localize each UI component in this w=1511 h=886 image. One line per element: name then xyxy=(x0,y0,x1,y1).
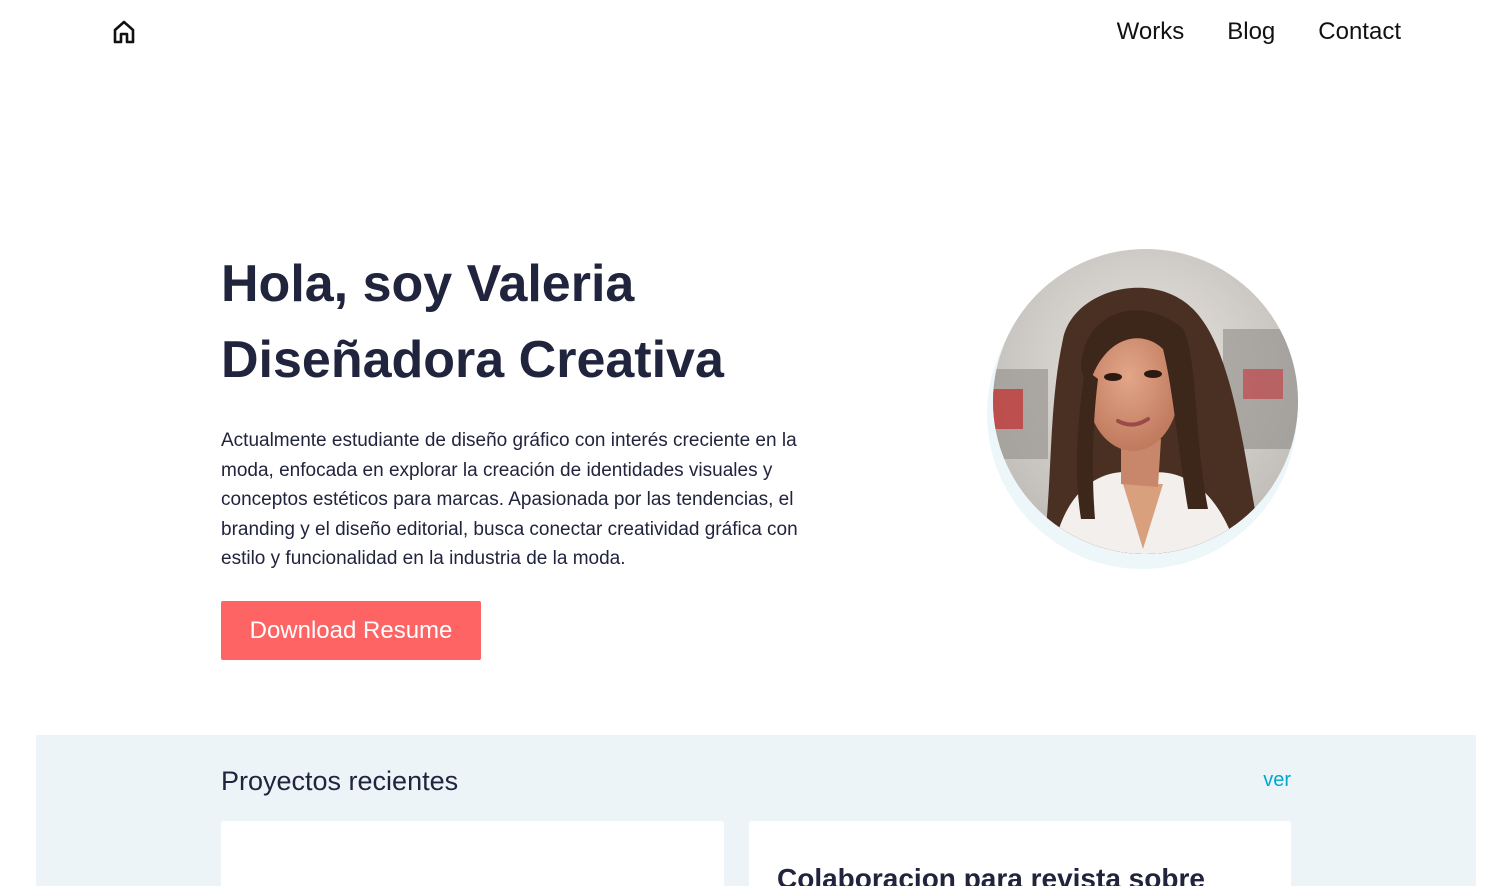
avatar-photo xyxy=(993,249,1298,554)
hero-title-line-2: Diseñadora Creativa xyxy=(221,331,724,389)
nav-blog[interactable]: Blog xyxy=(1227,16,1275,48)
hero-description: Actualmente estudiante de diseño gráfico… xyxy=(221,430,798,569)
recent-projects-section: Proyectos recientes ver Colaboracion par… xyxy=(36,735,1476,886)
hero-title: Hola, soy Valeria Diseñadora Creativa xyxy=(221,246,724,398)
portfolio-page: Works Blog Contact Hola, soy Valeria Dis… xyxy=(0,0,1511,886)
nav-contact[interactable]: Contact xyxy=(1318,16,1401,48)
download-resume-button[interactable]: Download Resume xyxy=(221,601,481,660)
home-icon[interactable] xyxy=(110,18,138,46)
project-card[interactable] xyxy=(221,821,724,886)
hero-title-line-1: Hola, soy Valeria xyxy=(221,255,635,313)
project-card[interactable]: Colaboracion para revista sobre xyxy=(749,821,1291,886)
view-all-link[interactable]: ver xyxy=(1263,769,1291,792)
main-nav: Works Blog Contact xyxy=(1117,16,1401,48)
project-card-title: Colaboracion para revista sobre xyxy=(777,863,1205,886)
avatar xyxy=(993,249,1298,554)
nav-works[interactable]: Works xyxy=(1117,16,1185,48)
recent-projects-title: Proyectos recientes xyxy=(221,766,459,796)
